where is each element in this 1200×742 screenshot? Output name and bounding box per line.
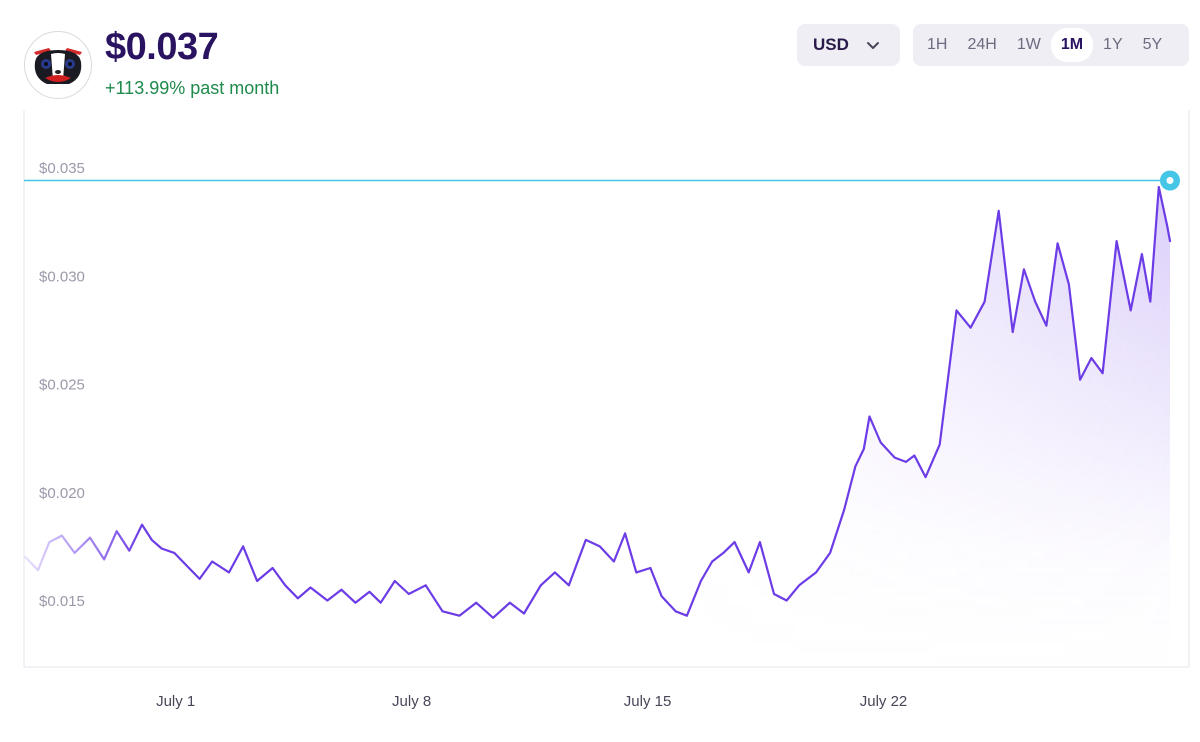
range-tab-1y[interactable]: 1Y — [1093, 28, 1133, 62]
price-chart: $0.035$0.030$0.025$0.020$0.015July 1July… — [0, 110, 1200, 742]
x-tick-label: July 8 — [392, 693, 431, 710]
header: $0.037 +113.99% past month USD 1H 24H 1W 1M… — [0, 0, 1200, 110]
chevron-down-icon — [866, 37, 880, 57]
x-tick-label: July 22 — [860, 693, 908, 710]
range-tab-5y[interactable]: 5Y — [1133, 28, 1173, 62]
time-range-selector: 1H 24H 1W 1M 1Y 5Y — [913, 24, 1189, 66]
range-tab-24h[interactable]: 24H — [957, 28, 1006, 62]
range-tab-1h[interactable]: 1H — [917, 28, 957, 62]
y-tick-label: $0.025 — [39, 377, 85, 394]
clown-cat-avatar-icon — [24, 31, 92, 99]
current-price-marker-dot — [1166, 176, 1174, 184]
x-tick-label: July 15 — [624, 693, 672, 710]
price-area — [25, 187, 1170, 667]
range-tab-1m[interactable]: 1M — [1050, 28, 1094, 62]
y-tick-label: $0.020 — [39, 485, 85, 502]
y-tick-label: $0.030 — [39, 268, 85, 285]
price-chart-svg: $0.035$0.030$0.025$0.020$0.015July 1July… — [23, 110, 1190, 710]
y-tick-label: $0.035 — [39, 160, 85, 177]
current-price: $0.037 — [105, 26, 219, 68]
currency-label: USD — [813, 35, 849, 54]
price-change: +113.99% past month — [105, 78, 280, 98]
x-tick-label: July 1 — [156, 693, 195, 710]
range-tab-1w[interactable]: 1W — [1007, 28, 1051, 62]
currency-select[interactable]: USD — [797, 24, 900, 66]
